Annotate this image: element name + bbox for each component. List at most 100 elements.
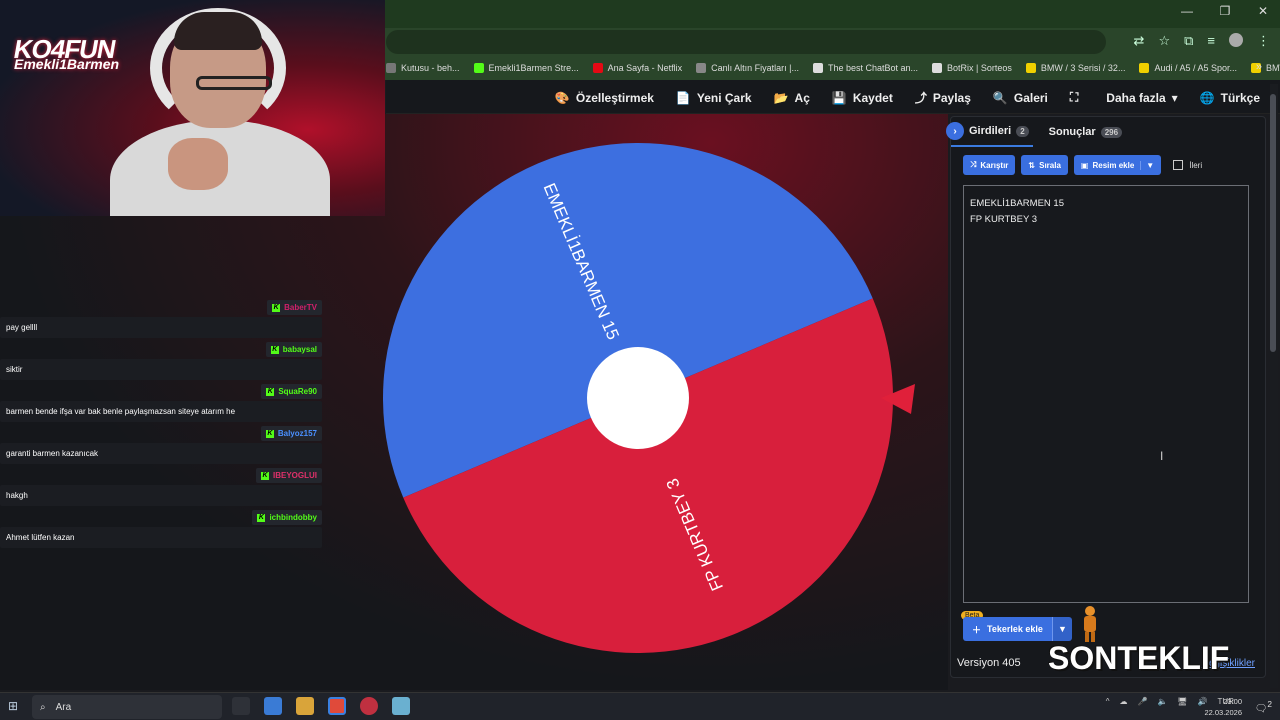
- close-button[interactable]: ✕: [1256, 4, 1270, 18]
- add-wheel-dropdown[interactable]: ▼: [1051, 617, 1072, 641]
- bookmark-item[interactable]: The best ChatBot an...: [812, 63, 919, 73]
- wheel-hub[interactable]: [587, 347, 689, 449]
- nav-item-search[interactable]: 🔍 Galeri: [993, 89, 1048, 106]
- webcam-logo-sub: Emekli1Barmen: [14, 56, 120, 72]
- chat-username-row: K SquaRe90: [0, 384, 324, 399]
- bookmark-favicon-icon: [473, 63, 484, 73]
- bookmark-label: Emekli1Barmen Stre...: [488, 63, 579, 73]
- shuffle-button[interactable]: ⤨ Karıştır: [963, 155, 1016, 175]
- plus-icon: ＋: [972, 624, 982, 635]
- tray-icon[interactable]: 🎤: [1137, 697, 1147, 706]
- folder-open-icon: 📂: [773, 90, 789, 105]
- chrome-icon[interactable]: [328, 697, 346, 715]
- add-image-button[interactable]: ▣ Resim ekle ▼: [1073, 155, 1162, 175]
- chat-username[interactable]: Kbabaysal: [265, 342, 322, 357]
- nav-item-label: Türkçe: [1220, 90, 1260, 105]
- chevron-down-icon[interactable]: ▼: [1140, 160, 1154, 170]
- chat-username[interactable]: K SquaRe90: [261, 384, 322, 399]
- windows-start-icon[interactable]: ⊞: [8, 699, 18, 713]
- streamer-hair: [174, 12, 262, 50]
- nav-item-label: Yeni Çark: [696, 90, 752, 105]
- tray-icon[interactable]: ^: [1106, 697, 1110, 706]
- nav-item-save[interactable]: 💾 Kaydet: [832, 89, 893, 106]
- task-view-icon[interactable]: [232, 697, 250, 715]
- profile-avatar[interactable]: [1229, 33, 1243, 47]
- nav-item-label: Kaydet: [852, 90, 893, 105]
- chat-username[interactable]: K IBEYOGLUI: [255, 468, 322, 483]
- app-icon[interactable]: [264, 697, 282, 715]
- entries-toolbar: ⤨ Karıştır ⇅ Sırala ▣ Resim ekle ▼ İleri: [963, 155, 1202, 175]
- sort-icon: ⇅: [1028, 160, 1036, 170]
- translate-icon[interactable]: ⇄: [1134, 33, 1145, 49]
- sonteklif-logo: SONTEKLIF: [1048, 640, 1230, 676]
- extensions-icon[interactable]: ⧉: [1184, 33, 1193, 49]
- search-icon: ⌕: [40, 701, 46, 713]
- spin-wheel[interactable]: EMEKLİ1BARMEN 15FP KURTBEY 3: [380, 140, 920, 660]
- taskbar-clock[interactable]: 23:00 22.03.2026: [1204, 696, 1242, 718]
- add-wheel-button-group: ＋ Tekerlek ekle ▼: [963, 617, 1072, 641]
- tab-entries-count: 2: [1016, 125, 1029, 137]
- minimize-button[interactable]: —: [1180, 4, 1194, 18]
- taskbar-search[interactable]: ⌕ Ara: [32, 695, 222, 719]
- sort-label: Sırala: [1039, 160, 1061, 170]
- app2-icon[interactable]: [392, 697, 410, 715]
- sort-button[interactable]: ⇅ Sırala: [1021, 155, 1068, 175]
- nav-item-globe[interactable]: 🌐 Türkçe: [1200, 89, 1260, 106]
- add-wheel-label: Tekerlek ekle: [987, 624, 1043, 634]
- bookmark-label: BMW / 3 Serisi / 32...: [1040, 63, 1126, 73]
- chat-username[interactable]: K Balyoz157: [260, 426, 322, 441]
- add-wheel-button[interactable]: ＋ Tekerlek ekle: [963, 617, 1052, 641]
- nav-item-fullscreen[interactable]: ⛶: [1070, 89, 1084, 106]
- chat-message: barmen bende ifşa var bak benle paylaşma…: [0, 401, 322, 422]
- bookmark-favicon-icon: [932, 63, 943, 73]
- bookmark-label: The best ChatBot an...: [827, 63, 919, 73]
- scrollbar-thumb[interactable]: [1270, 94, 1276, 352]
- save-icon: 💾: [831, 90, 847, 105]
- chat-username[interactable]: K BaberTV: [267, 300, 322, 315]
- tab-entries[interactable]: › Girdileri 2: [946, 117, 1033, 147]
- bookmark-item[interactable]: Emekli1Barmen Stre...: [473, 63, 579, 73]
- media-icon[interactable]: ≡: [1207, 33, 1215, 49]
- share-icon: ⤴: [914, 91, 927, 105]
- nav-item-share[interactable]: ⤴ Paylaş: [915, 89, 971, 106]
- restore-button[interactable]: ❐: [1218, 4, 1232, 18]
- file-icon: 📄: [675, 90, 691, 105]
- nav-item-file[interactable]: 📄 Yeni Çark: [676, 89, 752, 106]
- file-explorer-icon[interactable]: [296, 697, 314, 715]
- bookmark-item[interactable]: BMW / 3 Serisi / 32...: [1025, 63, 1126, 73]
- collapse-chevron-icon[interactable]: ›: [946, 122, 964, 140]
- chat-username[interactable]: Kichbindobby: [252, 510, 322, 525]
- omnibox[interactable]: [386, 30, 1106, 54]
- nav-item-palette[interactable]: 🎨 Özelleştirmek: [555, 89, 654, 106]
- nav-item-chevron-down[interactable]: Daha fazla ▾: [1106, 89, 1177, 106]
- tray-icon[interactable]: 🔈: [1157, 697, 1167, 706]
- tray-icon[interactable]: ☁: [1119, 697, 1127, 706]
- bookmarks-more-icon[interactable]: »: [1256, 61, 1262, 73]
- tray-icon[interactable]: 🖥: [1177, 697, 1187, 706]
- entries-textarea[interactable]: EMEKLİ1BARMEN 15 FP KURTBEY 3 I: [963, 185, 1249, 603]
- bookmark-item[interactable]: Ana Sayfa - Netflix: [592, 63, 682, 73]
- advanced-label: İleri: [1189, 160, 1203, 170]
- obs-icon[interactable]: [360, 697, 378, 715]
- star-icon[interactable]: ☆: [1158, 33, 1170, 49]
- globe-icon: 🌐: [1199, 90, 1215, 105]
- chat-username-row: Kichbindobby: [0, 510, 324, 525]
- tab-results-count: 296: [1100, 126, 1123, 138]
- bookmark-item[interactable]: Canlı Altın Fiyatları |...: [696, 63, 799, 73]
- bookmark-item[interactable]: Kutusu - beh...: [386, 63, 460, 73]
- app-navbar: 🎨 Özelleştirmek 📄 Yeni Çark 📂 Aç 💾 Kaydet ⤴ Payla…: [386, 80, 1280, 114]
- bookmark-label: Canlı Altın Fiyatları |...: [711, 63, 799, 73]
- bookmark-favicon-icon: [386, 63, 396, 73]
- tab-results[interactable]: Sonuçlar 296: [1045, 117, 1126, 147]
- bookmark-favicon-icon: [812, 63, 823, 73]
- nav-item-folder-open[interactable]: 📂 Aç: [774, 89, 810, 106]
- checkbox-box[interactable]: [1173, 160, 1184, 170]
- bookmark-favicon-icon: [696, 63, 707, 73]
- bookmark-item[interactable]: BotRix | Sorteos: [932, 63, 1012, 73]
- notifications-icon[interactable]: 🗨2: [1255, 699, 1272, 714]
- menu-icon[interactable]: ⋮: [1257, 33, 1270, 49]
- screen: — ❐ ✕ ⇄ ☆ ⧉ ≡ ⋮ Kutusu - beh... Emekli1Ba…: [0, 0, 1280, 720]
- page-scrollbar[interactable]: [1270, 84, 1278, 688]
- advanced-checkbox[interactable]: İleri: [1173, 160, 1202, 170]
- bookmark-item[interactable]: Audi / A5 / A5 Spor...: [1139, 63, 1237, 73]
